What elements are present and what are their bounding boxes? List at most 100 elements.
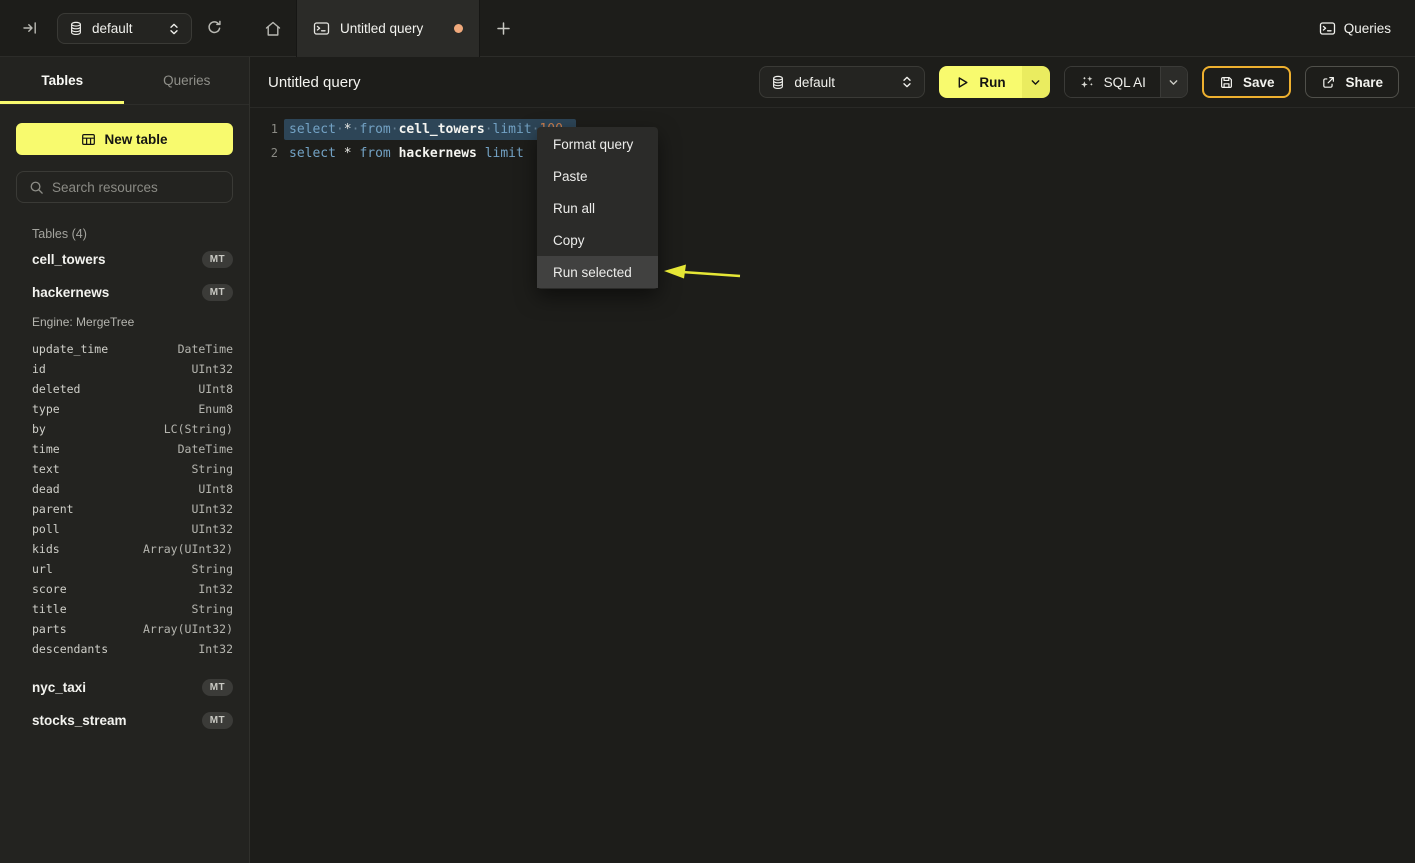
search-icon <box>29 180 44 195</box>
context-menu: Format query Paste Run all Copy Run sele… <box>537 127 658 289</box>
search-box <box>16 171 233 203</box>
toolbar-database-selector[interactable]: default <box>759 66 925 98</box>
queries-terminal-icon <box>1319 20 1336 37</box>
column-type: String <box>191 462 233 476</box>
table-name: nyc_taxi <box>32 680 86 695</box>
column-row: time DateTime <box>32 439 233 459</box>
columns-list: update_time DateTime id UInt32 deleted U… <box>32 339 233 659</box>
new-tab-button[interactable] <box>480 0 526 57</box>
sql-ai-button-group: SQL AI <box>1064 66 1188 98</box>
engine-badge: MT <box>202 284 233 301</box>
sparkles-icon <box>1079 74 1095 90</box>
refresh-button[interactable] <box>206 19 223 36</box>
save-button[interactable]: Save <box>1202 66 1292 98</box>
play-icon <box>955 75 970 90</box>
database-selector-value: default <box>92 21 159 36</box>
column-row: update_time DateTime <box>32 339 233 359</box>
table-name: stocks_stream <box>32 713 127 728</box>
column-name: dead <box>32 482 60 496</box>
column-type: UInt32 <box>191 362 233 376</box>
updown-chevron-icon <box>901 75 913 89</box>
tab-untitled-query[interactable]: Untitled query <box>296 0 480 57</box>
line-number: 1 <box>250 122 278 136</box>
code-content: select * from hackernews limit <box>289 146 524 161</box>
context-menu-item-run-all[interactable]: Run all <box>537 192 658 224</box>
code-content: select·*·from·cell_towers·limit·100· <box>289 122 576 137</box>
query-header: Untitled query default <box>250 57 1415 108</box>
column-name: by <box>32 422 46 436</box>
editor-line[interactable]: 1 select·*·from·cell_towers·limit·100· <box>250 117 1415 141</box>
sql-ai-button-label: SQL AI <box>1104 75 1146 90</box>
column-name: text <box>32 462 60 476</box>
column-row: dead UInt8 <box>32 479 233 499</box>
context-menu-item-run-selected[interactable]: Run selected <box>537 256 658 288</box>
context-menu-item-format-query[interactable]: Format query <box>537 128 658 160</box>
column-type: UInt32 <box>191 502 233 516</box>
database-selector[interactable]: default <box>57 13 192 44</box>
run-button-label: Run <box>979 75 1005 90</box>
query-toolbar: default Run <box>759 66 1399 98</box>
table-row-hackernews[interactable]: hackernews MT <box>32 276 233 309</box>
chevron-down-icon <box>1030 77 1041 88</box>
column-row: url String <box>32 559 233 579</box>
share-button-label: Share <box>1345 75 1383 90</box>
column-type: Array(UInt32) <box>143 622 233 636</box>
line-number: 2 <box>250 146 278 160</box>
column-type: Array(UInt32) <box>143 542 233 556</box>
column-name: score <box>32 582 67 596</box>
database-icon <box>771 75 785 90</box>
sidebar-tab-queries[interactable]: Queries <box>125 57 250 104</box>
column-name: deleted <box>32 382 80 396</box>
share-icon <box>1321 75 1336 90</box>
refresh-icon <box>206 19 223 36</box>
collapse-right-icon <box>22 20 38 36</box>
new-table-button[interactable]: New table <box>16 123 233 155</box>
column-type: DateTime <box>178 442 233 456</box>
collapse-sidebar-button[interactable] <box>22 20 38 36</box>
unsaved-indicator-dot <box>454 24 463 33</box>
editor-line[interactable]: 2 select * from hackernews limit <box>250 141 1415 165</box>
context-menu-item-copy[interactable]: Copy <box>537 224 658 256</box>
tables-section-label: Tables (4) <box>32 227 249 241</box>
column-type: DateTime <box>178 342 233 356</box>
run-options-caret[interactable] <box>1022 66 1050 98</box>
column-row: poll UInt32 <box>32 519 233 539</box>
column-name: time <box>32 442 60 456</box>
sql-ai-options-caret[interactable] <box>1160 67 1187 97</box>
sidebar-tabs: Tables Queries <box>0 57 249 105</box>
sidebar: Tables Queries New table Tables (4) cell… <box>0 57 250 863</box>
column-name: type <box>32 402 60 416</box>
tab-label: Untitled query <box>340 21 444 36</box>
share-button[interactable]: Share <box>1305 66 1399 98</box>
sql-ai-button[interactable]: SQL AI <box>1065 67 1160 97</box>
table-row-nyc_taxi[interactable]: nyc_taxi MT <box>32 671 233 704</box>
column-row: parts Array(UInt32) <box>32 619 233 639</box>
chevron-down-icon <box>1168 77 1179 88</box>
table-row-cell_towers[interactable]: cell_towers MT <box>32 243 233 276</box>
sql-editor[interactable]: 1 select·*·from·cell_towers·limit·100· 2… <box>250 117 1415 165</box>
column-type: Int32 <box>198 582 233 596</box>
run-button[interactable]: Run <box>939 66 1021 98</box>
column-row: text String <box>32 459 233 479</box>
context-menu-item-paste[interactable]: Paste <box>537 160 658 192</box>
column-row: by LC(String) <box>32 419 233 439</box>
table-name: cell_towers <box>32 252 106 267</box>
table-name: hackernews <box>32 285 109 300</box>
sidebar-tab-tables[interactable]: Tables <box>0 57 125 104</box>
column-name: title <box>32 602 67 616</box>
page-title: Untitled query <box>268 74 759 91</box>
table-grid-icon <box>81 132 96 147</box>
column-type: String <box>191 562 233 576</box>
editor-selection: select·*·from·cell_towers·limit·100· <box>284 119 576 140</box>
search-input[interactable] <box>52 180 229 195</box>
table-row-stocks_stream[interactable]: stocks_stream MT <box>32 704 233 737</box>
column-name: poll <box>32 522 60 536</box>
home-tab-button[interactable] <box>250 0 296 57</box>
engine-badge: MT <box>202 712 233 729</box>
engine-badge: MT <box>202 251 233 268</box>
column-type: Int32 <box>198 642 233 656</box>
new-table-button-label: New table <box>104 132 167 147</box>
queries-button[interactable]: Queries <box>1319 0 1391 57</box>
column-row: id UInt32 <box>32 359 233 379</box>
column-type: UInt8 <box>198 382 233 396</box>
